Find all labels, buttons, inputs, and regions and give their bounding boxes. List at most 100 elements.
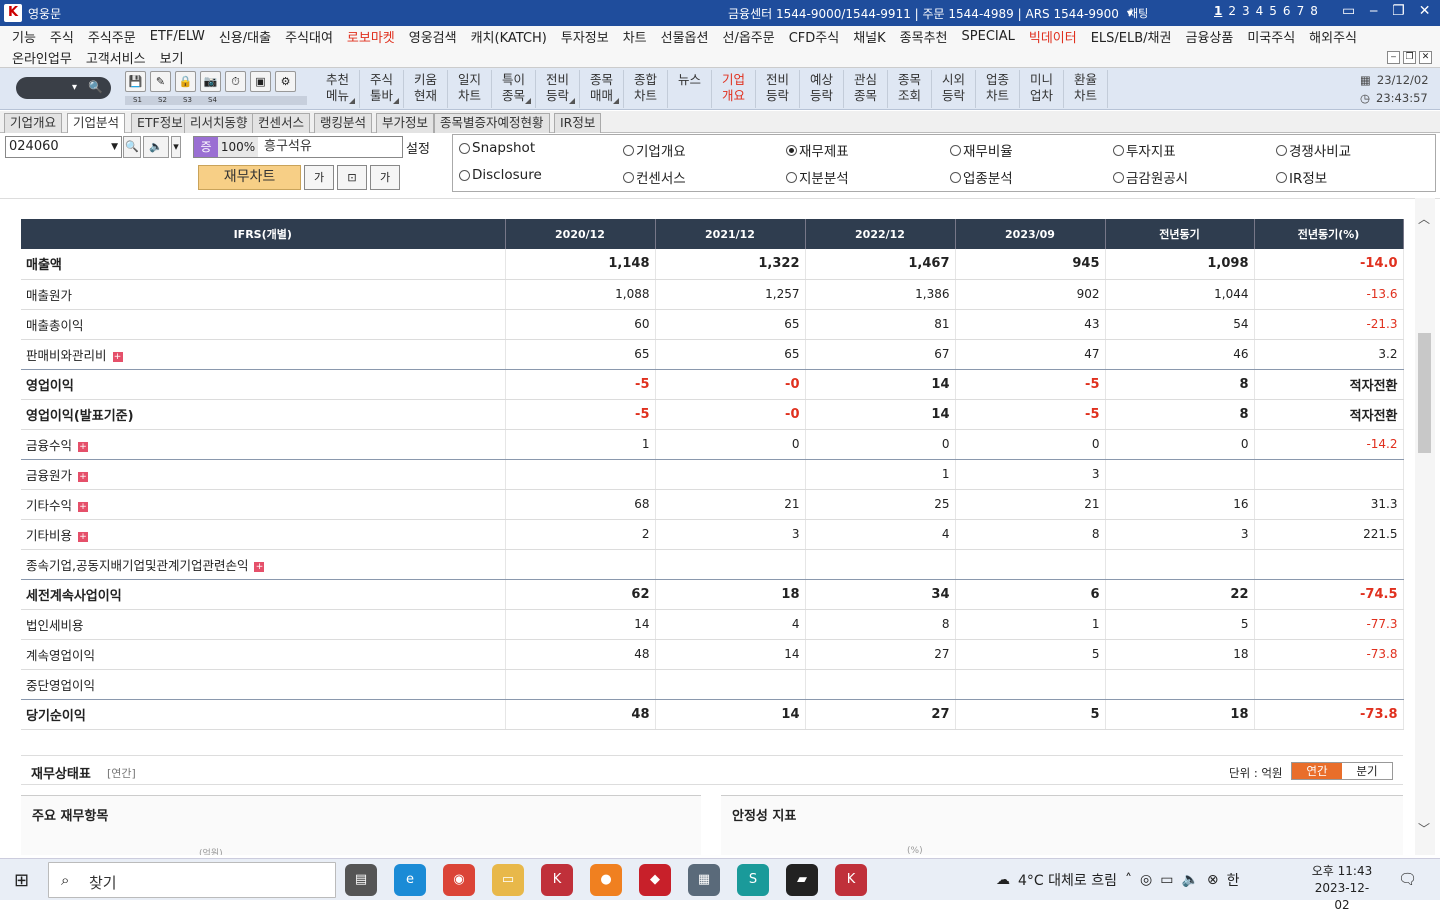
radio-1[interactable]: 기업개요 [623,140,686,160]
screen-number-8[interactable]: 8 [1310,4,1318,18]
menu-item-16[interactable]: SPECIAL [962,29,1015,44]
expand-plus-icon[interactable]: + [78,441,89,452]
screen-number-4[interactable]: 4 [1256,4,1264,18]
webcam-icon[interactable]: ◎ [1140,872,1152,888]
taskbar-clock[interactable]: 오후 11:43 2023-12-02 [1308,863,1376,914]
quick-button-14[interactable]: 시외 등락 [932,70,976,108]
radio-circle-icon[interactable] [950,171,961,183]
gear-icon[interactable]: ⚙ [275,71,296,92]
expand-plus-icon[interactable]: + [78,531,89,542]
slot-label-s3[interactable]: S3 [175,96,200,105]
radio-circle-icon[interactable] [459,169,470,181]
menu-item-7[interactable]: 영웅검색 [409,27,457,46]
quick-button-8[interactable]: 뉴스 [668,70,712,108]
task-view-icon[interactable]: ▤ [345,864,377,896]
tab-7[interactable]: 종목별증자예정현황 [434,113,550,133]
clock-icon[interactable]: ⏱ [225,71,246,92]
setting-button[interactable]: 설정 [406,138,430,157]
radio-2[interactable]: 재무제표 [786,140,849,160]
menu-item-18[interactable]: ELS/ELB/채권 [1091,27,1172,46]
quick-button-10[interactable]: 전비 등락 [756,70,800,108]
brush-icon[interactable]: ✎ [150,71,171,92]
tab-0[interactable]: 기업개요 [4,113,63,133]
scroll-down-icon[interactable]: ﹀ [1418,820,1430,837]
folder-icon[interactable]: ▭ [492,864,524,896]
quick-button-6[interactable]: 종목 매매 [580,70,624,108]
mdi-minimize-icon[interactable]: ‒ [1387,51,1400,64]
quick-button-0[interactable]: 추천 메뉴 [316,70,360,108]
quick-button-1[interactable]: 주식 툴바 [360,70,404,108]
tab-6[interactable]: 부가정보 [376,113,435,133]
expand-plus-icon[interactable]: + [112,351,123,362]
chevron-down-icon[interactable]: ▼ [111,137,118,157]
monitor-icon[interactable]: ▣ [250,71,271,92]
weather-icon[interactable]: ☁ [996,872,1010,888]
screen-number-2[interactable]: 2 [1228,4,1236,18]
menu-item-secondary-0[interactable]: 온라인업무 [12,48,72,67]
maximize-icon[interactable]: ❐ [1392,3,1405,19]
slot-label-s4[interactable]: S4 [200,96,225,105]
ime-indicator[interactable]: 한 [1227,870,1240,890]
radio-circle-icon[interactable] [786,171,797,183]
chat-button[interactable]: 채팅 [1128,5,1148,21]
expand-plus-icon[interactable]: + [254,561,265,572]
radio-4[interactable]: 투자지표 [1113,140,1176,160]
radio-8[interactable]: 지분분석 [786,167,849,187]
mdi-restore-icon[interactable]: ❐ [1403,51,1416,64]
radio-circle-icon[interactable] [1276,171,1287,183]
quick-button-15[interactable]: 업종 차트 [976,70,1020,108]
screen-number-6[interactable]: 6 [1283,4,1291,18]
quick-button-4[interactable]: 특이 종목 [492,70,536,108]
slot-label-s2[interactable]: S2 [150,96,175,105]
app-red-icon[interactable]: ◆ [639,864,671,896]
quick-button-17[interactable]: 환율 차트 [1064,70,1108,108]
close-icon[interactable]: ✕ [1419,3,1431,19]
restore-icon[interactable]: ▭ [1342,3,1355,19]
radio-circle-icon[interactable] [1113,144,1124,156]
search-icon[interactable]: 🔍 [123,136,141,158]
radio-0[interactable]: Snapshot [459,140,535,156]
tab-5[interactable]: 랭킹분석 [314,113,373,133]
quick-button-13[interactable]: 종목 조회 [888,70,932,108]
menu-item-secondary-1[interactable]: 고객서비스 [86,48,146,67]
menu-item-11[interactable]: 선물옵션 [661,27,709,46]
radio-circle-icon[interactable] [950,144,961,156]
radio-circle-icon[interactable] [623,171,634,183]
screen-number-7[interactable]: 7 [1297,4,1305,18]
menu-item-19[interactable]: 금융상품 [1185,27,1233,46]
menu-item-4[interactable]: 신용/대출 [219,27,271,46]
menu-item-15[interactable]: 종목추천 [900,27,948,46]
screen-number-3[interactable]: 3 [1242,4,1250,18]
radio-11[interactable]: IR정보 [1276,167,1327,187]
radio-7[interactable]: 컨센서스 [623,167,686,187]
menu-item-0[interactable]: 기능 [12,27,36,46]
menu-item-20[interactable]: 미국주식 [1247,27,1295,46]
quick-button-3[interactable]: 일지 차트 [448,70,492,108]
weather-text[interactable]: 4°C 대체로 흐림 [1018,870,1117,890]
quick-button-7[interactable]: 종합 차트 [624,70,668,108]
windows-start-icon[interactable]: ⊞ [14,870,29,891]
close-circle-icon[interactable]: ⊗ [1207,872,1219,888]
screen-number-1[interactable]: 1 [1214,4,1222,18]
scroll-thumb[interactable] [1418,333,1431,453]
tab-2[interactable]: ETF정보 [131,113,189,133]
menu-item-5[interactable]: 주식대여 [285,27,333,46]
quick-button-5[interactable]: 전비 등락 [536,70,580,108]
tab-1[interactable]: 기업분석 [67,113,126,134]
menu-item-1[interactable]: 주식 [50,27,74,46]
menu-item-2[interactable]: 주식주문 [88,27,136,46]
chevron-down-icon[interactable]: ▾ [72,82,77,93]
quick-button-12[interactable]: 관심 종목 [844,70,888,108]
stock-code-input[interactable]: 024060 ▼ [5,136,122,158]
sticky-notes-icon[interactable]: ▰ [786,864,818,896]
scroll-up-icon[interactable]: ︿ [1418,210,1430,227]
edge-icon[interactable]: e [394,864,426,896]
minimize-icon[interactable]: ‒ [1369,3,1378,19]
radio-circle-icon[interactable] [623,144,634,156]
period-option-1[interactable]: 분기 [1342,763,1392,779]
slot-label-s1[interactable]: S1 [125,96,150,105]
volume-icon[interactable]: 🔈 [1181,872,1198,888]
calculator-icon[interactable]: ▦ [688,864,720,896]
save-icon[interactable]: 💾 [125,71,146,92]
quick-button-2[interactable]: 키움 현재 [404,70,448,108]
